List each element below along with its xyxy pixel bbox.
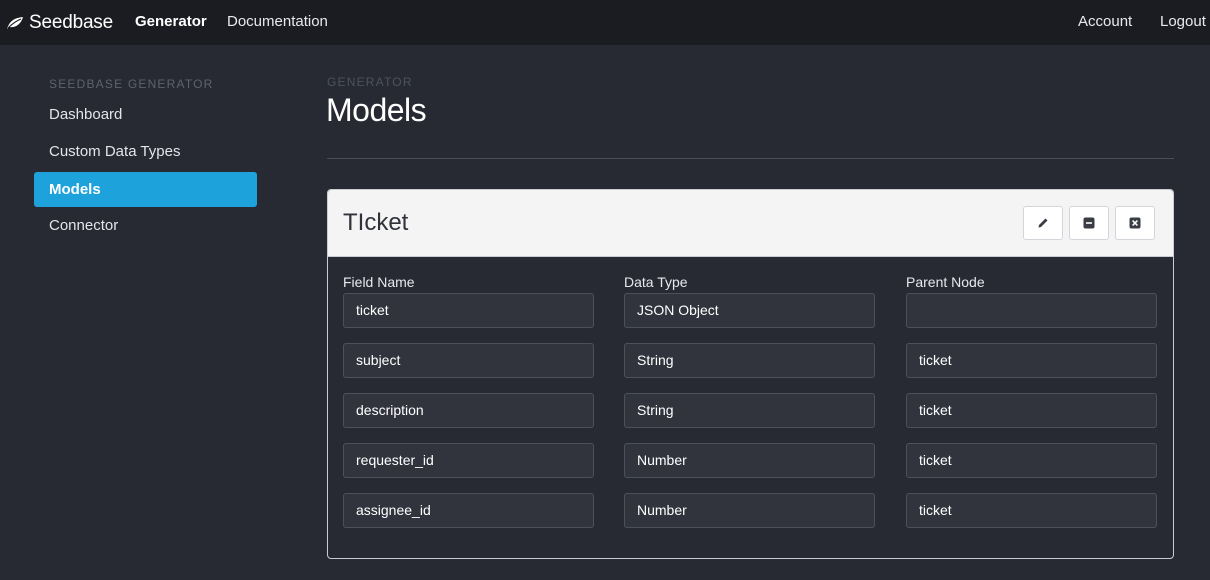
sidebar-item-connector[interactable]: Connector <box>34 208 257 243</box>
collapse-model-button[interactable] <box>1069 206 1109 240</box>
minus-icon <box>1083 217 1095 229</box>
pencil-icon <box>1038 218 1048 228</box>
parent-node-input[interactable]: ticket <box>906 493 1157 528</box>
data-type-input[interactable]: Number <box>624 443 875 478</box>
nav-generator[interactable]: Generator <box>135 0 207 45</box>
nav-account[interactable]: Account <box>1078 0 1132 45</box>
page-eyebrow: GENERATOR <box>327 75 413 89</box>
model-panel-header: TIcket <box>328 190 1173 257</box>
parent-node-input[interactable]: ticket <box>906 343 1157 378</box>
parent-node-input[interactable]: ticket <box>906 393 1157 428</box>
model-panel: TIcket Field Name Data Type Parent Node … <box>327 189 1174 559</box>
sidebar-heading: SEEDBASE GENERATOR <box>49 77 214 91</box>
close-icon <box>1129 217 1141 229</box>
column-label-data-type: Data Type <box>624 274 688 290</box>
page-title: Models <box>326 92 427 128</box>
top-navbar: Seedbase Generator Documentation Account… <box>0 0 1210 45</box>
edit-model-button[interactable] <box>1023 206 1063 240</box>
parent-node-input[interactable]: ticket <box>906 443 1157 478</box>
field-name-input[interactable]: subject <box>343 343 594 378</box>
sidebar-item-models[interactable]: Models <box>34 172 257 207</box>
data-type-input[interactable]: JSON Object <box>624 293 875 328</box>
nav-documentation[interactable]: Documentation <box>227 0 328 45</box>
nav-logout[interactable]: Logout <box>1160 0 1206 45</box>
field-name-input[interactable]: description <box>343 393 594 428</box>
column-label-parent-node: Parent Node <box>906 274 985 290</box>
field-name-input[interactable]: ticket <box>343 293 594 328</box>
sidebar-item-custom-data-types[interactable]: Custom Data Types <box>34 134 257 169</box>
data-type-input[interactable]: String <box>624 393 875 428</box>
leaf-icon <box>7 16 23 29</box>
column-label-field-name: Field Name <box>343 274 415 290</box>
delete-model-button[interactable] <box>1115 206 1155 240</box>
field-name-input[interactable]: requester_id <box>343 443 594 478</box>
field-name-input[interactable]: assignee_id <box>343 493 594 528</box>
header-divider <box>327 158 1174 159</box>
model-name: TIcket <box>343 209 409 236</box>
brand-logo[interactable]: Seedbase <box>6 0 113 45</box>
parent-node-input[interactable] <box>906 293 1157 328</box>
data-type-input[interactable]: String <box>624 343 875 378</box>
sidebar-item-dashboard[interactable]: Dashboard <box>34 97 257 132</box>
data-type-input[interactable]: Number <box>624 493 875 528</box>
brand-name: Seedbase <box>29 11 113 33</box>
